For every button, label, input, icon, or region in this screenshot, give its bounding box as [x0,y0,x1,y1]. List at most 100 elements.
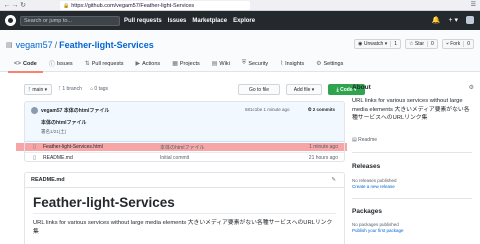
tab-wiki[interactable]: ▤ Wiki [206,55,236,72]
repo-title: ▤ vegam57 / Feather-light-Services [6,40,154,50]
divider [352,198,472,199]
tab-projects[interactable]: ▦ Projects [166,55,206,72]
file-age: 1 minute ago [309,144,338,150]
github-logo-icon[interactable] [5,15,16,26]
book-icon: ▤ [211,61,218,67]
file-toolbar: ᚴ main ▾ ᚴ 1 branch ⌂ 0 tags Go to file … [24,84,365,95]
lock-icon: 🔒 [63,2,70,9]
about-settings-gear-icon[interactable]: ⚙ [469,84,474,91]
repo-name-link[interactable]: Feather-light-Services [59,40,154,50]
project-icon: ▦ [172,61,178,67]
fork-button[interactable]: ⑂ Fork 0 [441,39,474,49]
commit-signature: 署名1/21(土) [41,129,67,134]
commit-hash-time[interactable]: 681c1be 1 minute ago [245,107,290,112]
browser-toolbar: ← → ↻ 🔒 https://github.com/vegam57/Feath… [0,0,480,11]
file-list: vegam57 本体のhtmlファイル 本体のhtmlファイル 署名1/21(土… [24,101,345,162]
pull-request-icon: ⇅ [84,61,90,67]
tab-insights[interactable]: ⌇ Insights [274,55,310,72]
nav-issues[interactable]: Issues [168,18,187,24]
avatar[interactable] [31,107,38,114]
branch-count-link[interactable]: ᚴ 1 branch [58,86,82,92]
tag-count-link[interactable]: ⌂ 0 tags [90,86,108,92]
tab-label: Actions [142,60,161,67]
tab-label: Projects [179,60,200,67]
repo-icon: ▤ [6,42,13,49]
tab-pull-requests[interactable]: ⇅ Pull requests [79,55,130,72]
file-commit-message[interactable]: 本体のhtmlファイル [160,144,204,151]
create-new-icon[interactable]: + ▾ [448,16,458,24]
releases-heading[interactable]: Releases [352,163,380,170]
file-name[interactable]: README.md [43,155,73,161]
no-packages-text: No packages published [352,222,399,227]
shield-icon: ⛨ [241,60,247,66]
star-button[interactable]: ☆ Star 0 [405,39,438,49]
repo-owner-link[interactable]: vegam57 [16,40,53,50]
readme-panel: README.md ✎ Feather-light-Services URL l… [24,172,345,244]
packages-heading[interactable]: Packages [352,208,382,215]
unwatch-label: ◉ Unwatch ▾ [358,41,388,47]
file-icon: ▯ [33,154,37,161]
list-item[interactable]: ▯ README.md Initial commit 21 hours ago [25,152,344,161]
tab-label: Pull requests [91,60,124,67]
repo-separator: / [54,40,58,50]
create-release-link[interactable]: Create a new release [352,184,395,189]
issue-icon: ⓘ [48,62,55,68]
forward-button[interactable]: → [11,0,19,11]
nav-marketplace[interactable]: Marketplace [192,18,227,24]
nav-explore[interactable]: Explore [233,18,255,24]
search-input[interactable]: Search or jump to... [20,15,120,26]
tab-label: Issues [56,60,73,67]
add-file-button[interactable]: Add file ▾ [286,84,322,95]
repo-tabs: <> Code ⓘ Issues ⇅ Pull requests ▶ Actions ▦… [0,55,480,73]
repo-description: URL links for various services without l… [352,98,470,121]
edit-pencil-icon[interactable]: ✎ [331,177,336,183]
file-age: 21 hours ago [308,154,338,161]
tab-label: Security [248,60,269,67]
reload-button[interactable]: ↻ [19,0,27,11]
tab-code[interactable]: <> Code [8,55,43,73]
readme-header: README.md ✎ [25,173,344,188]
readme-link[interactable]: ▤ Readme [352,137,377,143]
notifications-icon[interactable]: 🔔 [432,16,441,24]
tab-label: Wiki [219,60,230,67]
commit-detail: 本体のhtmlファイル [41,120,87,126]
gear-icon: ⚙ [316,61,322,67]
list-item[interactable]: ▯ Feather-light-Services.html 本体のhtmlファイ… [25,142,344,152]
fork-label: ⑂ Fork [445,41,461,47]
tab-issues[interactable]: ⓘ Issues [43,55,79,72]
browser-menu-icon[interactable]: ☰ [471,0,476,11]
star-label: ☆ Star [409,41,425,47]
nav-pull-requests[interactable]: Pull requests [124,18,162,24]
tab-settings[interactable]: ⚙ Settings [310,55,349,72]
publish-package-link[interactable]: Publish your first package [352,228,404,233]
tab-actions[interactable]: ▶ Actions [130,55,167,72]
branch-select-button[interactable]: ᚴ main ▾ [24,84,52,95]
divider [352,152,472,153]
code-icon: <> [14,60,22,67]
file-name[interactable]: Feather-light-Services.html [43,144,103,150]
unwatch-button[interactable]: ◉ Unwatch ▾ 1 [354,39,401,49]
readme-body: URL links for various services without l… [33,220,333,235]
commits-link[interactable]: ⏲ 2 commits [308,107,335,112]
fork-count: 0 [463,41,470,47]
file-icon: ▯ [33,144,37,150]
url-text: https://github.com/vegam57/Feather-light… [71,2,195,9]
latest-commit: vegam57 本体のhtmlファイル 本体のhtmlファイル 署名1/21(土… [25,102,344,142]
readme-title: Feather-light-Services [33,195,175,210]
commit-author-message[interactable]: vegam57 本体のhtmlファイル [41,107,109,114]
divider [33,213,336,214]
tab-label: Settings [323,60,344,67]
address-bar[interactable]: 🔒 https://github.com/vegam57/Feather-lig… [60,1,250,10]
repo-header: ▤ vegam57 / Feather-light-Services ◉ Unw… [0,30,480,73]
go-to-file-button[interactable]: Go to file [238,84,280,95]
play-icon: ▶ [135,61,141,67]
readme-filename: README.md [31,177,65,183]
tab-label: Code [23,60,37,67]
tab-label: Insights [285,60,305,67]
star-count: 0 [427,41,434,47]
tab-security[interactable]: ⛨ Security [236,55,274,72]
avatar[interactable] [466,16,474,24]
file-commit-message[interactable]: Initial commit [160,155,189,161]
no-releases-text: No releases published [352,178,397,183]
back-button[interactable]: ← [3,0,11,11]
